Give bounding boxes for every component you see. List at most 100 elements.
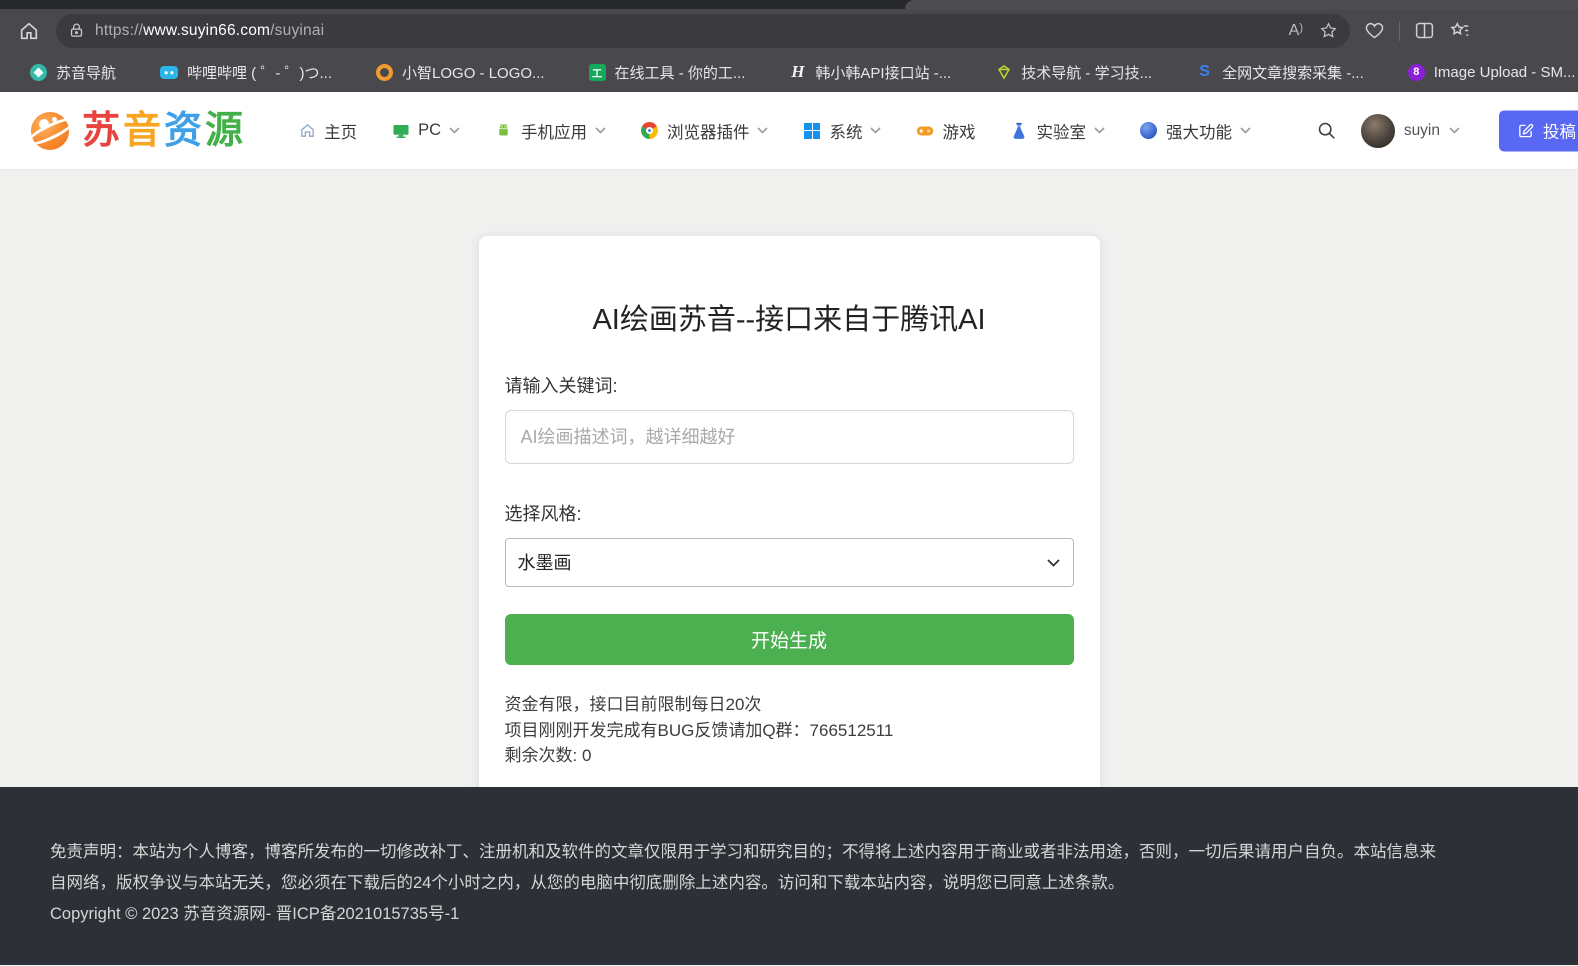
page-title: AI绘画苏音--接口来自于腾讯AI: [505, 296, 1074, 338]
note-remaining: 剩余次数: 0: [505, 743, 1074, 769]
favorite-star-icon[interactable]: [1319, 21, 1338, 40]
submit-post-button[interactable]: 投稿: [1499, 110, 1578, 151]
nav-item-home[interactable]: 主页: [298, 119, 357, 143]
edit-icon: [1517, 122, 1534, 139]
tab-strip-segment: [905, 0, 1578, 9]
bookmark-tech-nav[interactable]: 技术导航 - 学习技...: [973, 57, 1174, 87]
site-logo[interactable]: 苏音资源: [28, 110, 246, 152]
style-select[interactable]: 水墨画: [505, 538, 1074, 587]
chevron-down-icon: [595, 127, 606, 134]
bookmark-logo-maker[interactable]: 小智LOGO - LOGO...: [354, 57, 567, 87]
bookmark-label: 韩小韩API接口站 -...: [815, 62, 951, 83]
purple-badge-icon: [1408, 64, 1425, 81]
android-icon: [495, 122, 513, 140]
nav-item-games[interactable]: 游戏: [916, 119, 975, 143]
bookmark-api-site[interactable]: 韩小韩API接口站 -...: [767, 57, 973, 87]
avatar[interactable]: [1361, 114, 1395, 148]
address-bar[interactable]: https://www.suyin66.com/suyinai: [56, 14, 1350, 48]
keyword-input[interactable]: [505, 410, 1074, 464]
note-qq-group: 项目刚刚开发完成有BUG反馈请加Q群：766512511: [505, 718, 1074, 744]
note-quota: 资金有限，接口目前限制每日20次: [505, 692, 1074, 718]
monitor-icon: [392, 122, 410, 140]
bookmarks-bar: 苏音导航 哔哩哔哩 ( ゜- ゜)つ... 小智LOGO - LOGO... 在…: [0, 52, 1578, 92]
chevron-down-icon: [1240, 127, 1251, 134]
compass-icon: [30, 64, 47, 81]
bookmark-label: 哔哩哔哩 ( ゜- ゜)つ...: [187, 62, 332, 83]
search-button[interactable]: [1316, 120, 1337, 141]
bookmark-label: Image Upload - SM...: [1434, 64, 1576, 81]
nav-item-lab[interactable]: 实验室: [1010, 119, 1105, 143]
power-features-icon: [1140, 122, 1158, 140]
disclaimer-line-1: 免责声明：本站为个人博客，博客所发布的一切修改补丁、注册机和及软件的文章仅限用于…: [50, 837, 1528, 868]
nav-label: 游戏: [942, 119, 975, 143]
chevron-down-icon: [1449, 127, 1460, 134]
submit-post-label: 投稿: [1543, 119, 1576, 143]
nav-label: 实验室: [1036, 119, 1086, 143]
house-icon: [298, 122, 316, 140]
chevron-down-icon: [449, 127, 460, 134]
generate-button[interactable]: 开始生成: [505, 614, 1074, 665]
search-icon: [1316, 120, 1337, 141]
url-path: /suyinai: [270, 22, 324, 39]
bookmark-article-search[interactable]: 全网文章搜索采集 -...: [1174, 57, 1386, 87]
bookmark-label: 在线工具 - 你的工...: [615, 62, 746, 83]
nav-item-power-features[interactable]: 强大功能: [1140, 119, 1251, 143]
bookmark-suyin-nav[interactable]: 苏音导航: [8, 57, 138, 87]
usage-notes: 资金有限，接口目前限制每日20次 项目刚刚开发完成有BUG反馈请加Q群：7665…: [505, 692, 1074, 769]
keyword-label: 请输入关键词:: [505, 372, 1074, 398]
tool-icon: [589, 64, 606, 81]
main-nav: 主页 PC 手机应用 浏览器插件 系统: [298, 119, 1251, 143]
flask-icon: [1010, 122, 1028, 140]
browser-toolbar: https://www.suyin66.com/suyinai: [0, 9, 1578, 52]
gamepad-icon: [916, 122, 934, 140]
toolbar-right-icons: [1364, 20, 1471, 42]
site-footer: 免责声明：本站为个人博客，博客所发布的一切修改补丁、注册机和及软件的文章仅限用于…: [0, 787, 1578, 965]
user-menu[interactable]: suyin: [1361, 114, 1460, 148]
italic-h-icon: [789, 64, 806, 81]
nav-label: 强大功能: [1166, 119, 1232, 143]
home-button[interactable]: [14, 16, 44, 46]
disclaimer-line-2: 自网络，版权争议与本站无关，您必须在下载后的24个小时之内，从您的电脑中彻底删除…: [50, 868, 1528, 899]
favorites-hub-icon[interactable]: [1449, 20, 1471, 42]
tab-strip: [0, 0, 1578, 9]
nav-item-browser-extensions[interactable]: 浏览器插件: [641, 119, 769, 143]
planet-logo-icon: [28, 110, 74, 152]
split-screen-icon[interactable]: [1414, 20, 1435, 41]
ai-draw-card: AI绘画苏音--接口来自于腾讯AI 请输入关键词: 选择风格: 水墨画 开始生成…: [479, 236, 1100, 787]
url-host: www.suyin66.com: [143, 22, 270, 39]
bookmark-image-upload[interactable]: Image Upload - SM...: [1386, 57, 1578, 87]
site-header: 苏音资源 主页 PC 手机应用 浏览器插件: [0, 92, 1578, 170]
browser-essentials-icon[interactable]: [1364, 20, 1385, 41]
nav-item-pc[interactable]: PC: [392, 121, 460, 140]
bookmark-online-tools[interactable]: 在线工具 - 你的工...: [567, 57, 768, 87]
windows-icon: [803, 122, 821, 140]
bilibili-icon: [160, 66, 178, 79]
page-content: AI绘画苏音--接口来自于腾讯AI 请输入关键词: 选择风格: 水墨画 开始生成…: [0, 170, 1578, 787]
style-select-wrap: 水墨画: [505, 538, 1074, 587]
nav-item-mobile-apps[interactable]: 手机应用: [495, 119, 606, 143]
read-aloud-icon[interactable]: [1289, 22, 1303, 40]
bookmark-label: 小智LOGO - LOGO...: [402, 62, 545, 83]
chrome-icon: [641, 122, 659, 140]
gem-icon: [995, 64, 1012, 81]
blue-s-icon: [1196, 64, 1213, 81]
style-label: 选择风格:: [505, 500, 1074, 526]
nav-label: PC: [418, 121, 441, 140]
chevron-down-icon: [1094, 127, 1105, 134]
bookmark-label: 苏音导航: [56, 62, 116, 83]
logo-text: 苏音资源: [82, 112, 246, 150]
url-text: https://www.suyin66.com/suyinai: [95, 22, 324, 40]
copyright: Copyright © 2023 苏音资源网- 晋ICP备2021015735号…: [50, 899, 1528, 930]
url-scheme: https://: [95, 22, 143, 39]
lock-icon[interactable]: [68, 22, 85, 39]
nav-label: 系统: [829, 119, 862, 143]
bookmark-bilibili[interactable]: 哔哩哔哩 ( ゜- ゜)つ...: [138, 57, 354, 87]
username[interactable]: suyin: [1404, 122, 1440, 140]
nav-label: 浏览器插件: [667, 119, 750, 143]
nav-item-system[interactable]: 系统: [803, 119, 881, 143]
chevron-down-icon: [870, 127, 881, 134]
nav-label: 主页: [324, 119, 357, 143]
nav-label: 手机应用: [521, 119, 587, 143]
toolbar-divider: [1399, 21, 1400, 41]
home-icon: [18, 20, 40, 42]
